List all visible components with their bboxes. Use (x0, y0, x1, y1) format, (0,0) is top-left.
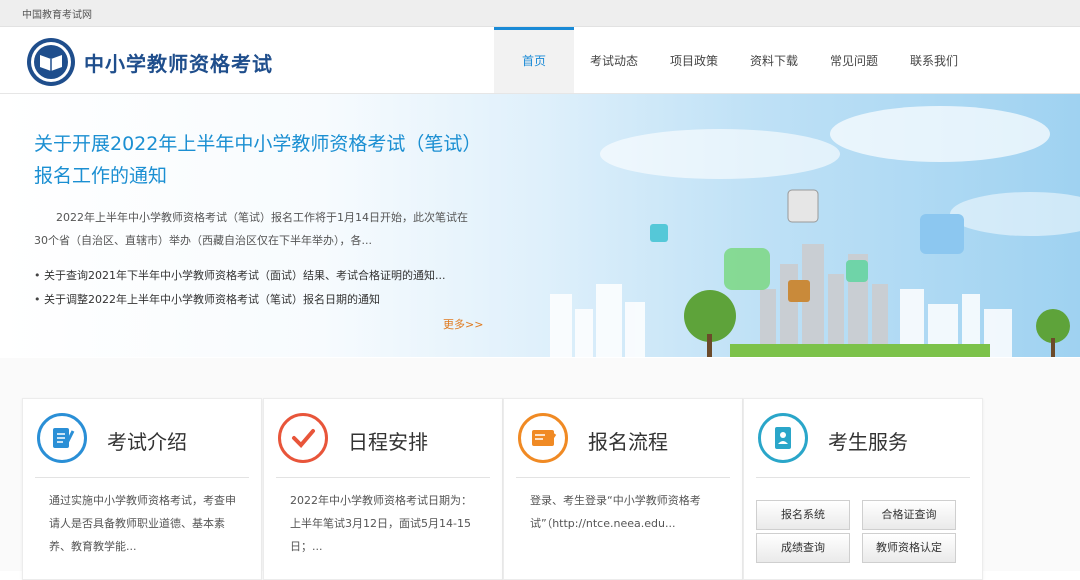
divider (516, 477, 730, 478)
teacher-qualification-button[interactable]: 教师资格认定 (862, 533, 956, 563)
card-schedule[interactable]: 日程安排 2022年中小学教师资格考试日期为：上半年笔试3月12日，面试5月14… (263, 398, 503, 580)
card-exam-intro[interactable]: 考试介绍 通过实施中小学教师资格考试，考查申请人是否具备教师职业道德、基本素养、… (22, 398, 262, 580)
hero-banner: 关于开展2022年上半年中小学教师资格考试（笔试）报名工作的通知 2022年上半… (0, 94, 1080, 357)
logo-emblem-icon[interactable] (26, 37, 76, 87)
main-nav: 首页 考试动态 项目政策 资料下载 常见问题 联系我们 (494, 27, 974, 93)
nav-downloads[interactable]: 资料下载 (734, 27, 814, 93)
nav-exam-news[interactable]: 考试动态 (574, 27, 654, 93)
card-text: 通过实施中小学教师资格考试，考查申请人是否具备教师职业道德、基本素养、教育教学能… (49, 494, 236, 553)
card-title: 考试介绍 (107, 430, 187, 454)
news-item[interactable]: 关于调整2022年上半年中小学教师资格考试（笔试）报名日期的通知 (34, 288, 474, 312)
divider (276, 477, 490, 478)
nav-faq[interactable]: 常见问题 (814, 27, 894, 93)
neea-link[interactable]: 中国教育考试网 (22, 6, 92, 21)
nav-policy[interactable]: 项目政策 (654, 27, 734, 93)
card-title: 报名流程 (588, 430, 668, 454)
card-candidate-services: 考生服务 报名系统 合格证查询 成绩查询 教师资格认定 (743, 398, 983, 580)
headline-link[interactable]: 关于开展2022年上半年中小学教师资格考试（笔试）报名工作的通知 (34, 128, 474, 192)
checkmark-icon (278, 413, 328, 463)
feature-section: 考试介绍 通过实施中小学教师资格考试，考查申请人是否具备教师职业道德、基本素养、… (0, 358, 1080, 580)
card-title: 日程安排 (348, 430, 428, 454)
clipboard-icon (37, 413, 87, 463)
headline-summary: 2022年上半年中小学教师资格考试（笔试）报名工作将于1月14日开始，此次笔试在… (34, 211, 468, 247)
card-registration-process[interactable]: 报名流程 登录、考生登录“中小学教师资格考试”（http://ntce.neea… (503, 398, 743, 580)
card-text: 登录、考生登录“中小学教师资格考试”（http://ntce.neea.edu.… (530, 494, 701, 530)
certificate-query-button[interactable]: 合格证查询 (862, 500, 956, 530)
nav-home[interactable]: 首页 (494, 27, 574, 93)
divider (756, 477, 970, 478)
registration-system-button[interactable]: 报名系统 (756, 500, 850, 530)
contact-book-icon (758, 413, 808, 463)
site-header: 中小学教师资格考试 首页 考试动态 项目政策 资料下载 常见问题 联系我们 (0, 27, 1080, 94)
nav-contact[interactable]: 联系我们 (894, 27, 974, 93)
city-illustration (550, 106, 1080, 357)
divider (35, 477, 249, 478)
form-icon (518, 413, 568, 463)
site-title[interactable]: 中小学教师资格考试 (84, 48, 273, 77)
card-title: 考生服务 (828, 430, 908, 454)
score-query-button[interactable]: 成绩查询 (756, 533, 850, 563)
more-link[interactable]: 更多>> (443, 316, 483, 332)
top-bar: 中国教育考试网 (0, 0, 1080, 27)
news-item[interactable]: 关于查询2021年下半年中小学教师资格考试（面试）结果、考试合格证明的通知... (34, 264, 474, 288)
card-text: 2022年中小学教师资格考试日期为：上半年笔试3月12日，面试5月14-15日；… (290, 494, 472, 553)
news-list: 关于查询2021年下半年中小学教师资格考试（面试）结果、考试合格证明的通知...… (34, 264, 474, 312)
